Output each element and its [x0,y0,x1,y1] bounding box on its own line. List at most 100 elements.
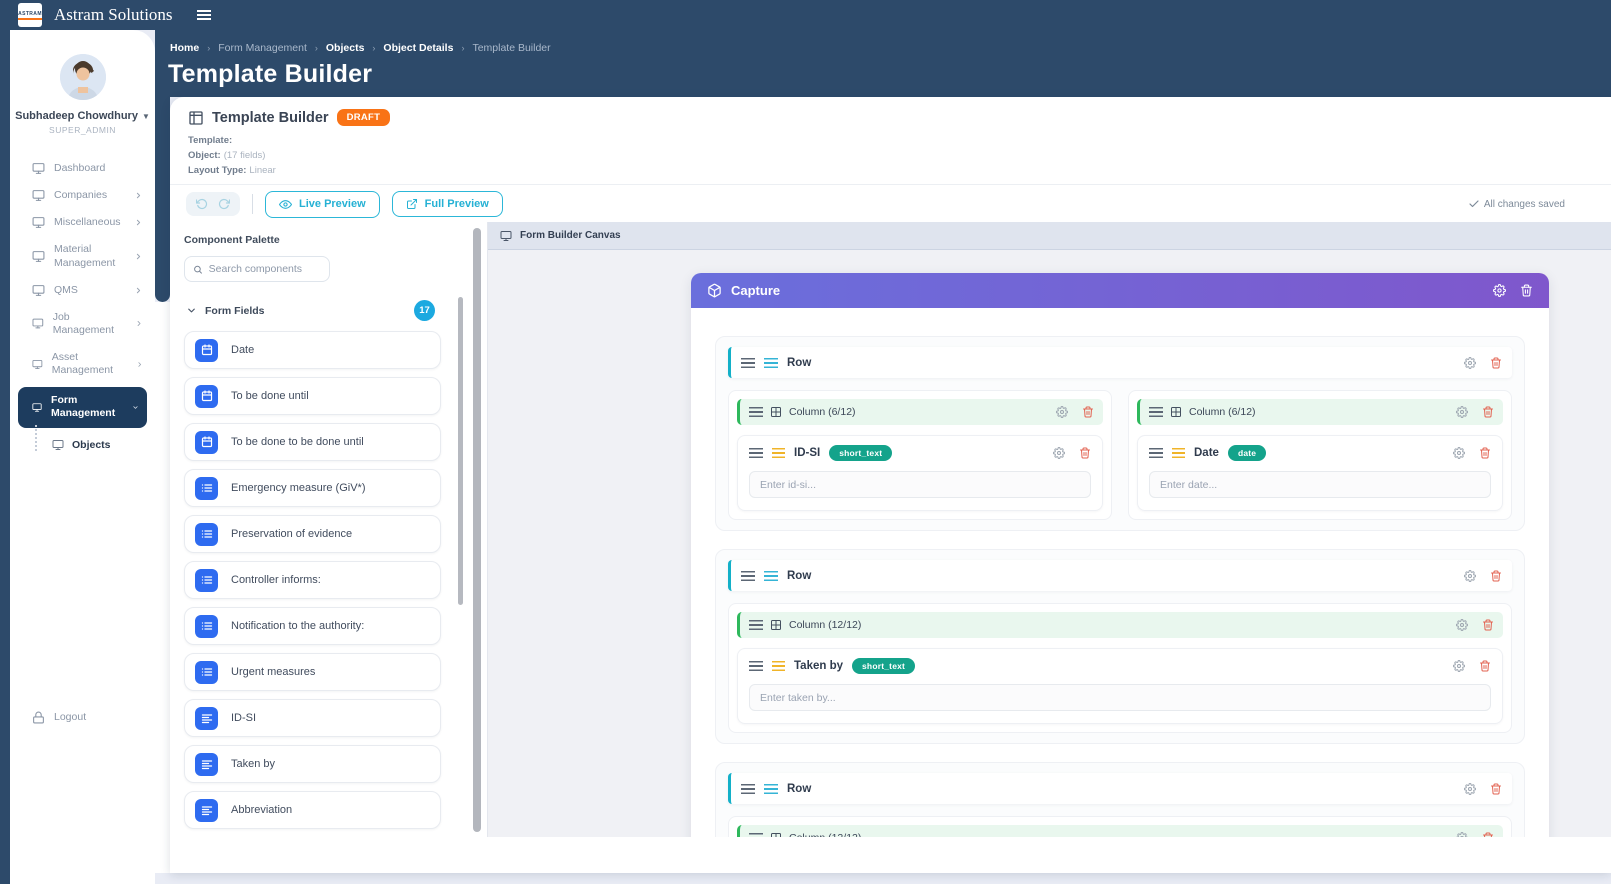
sidebar-item-qms[interactable]: QMS [10,277,155,304]
monitor-icon [500,230,512,242]
main-scrollbar[interactable] [473,228,481,832]
row-settings-icon[interactable] [1464,570,1476,582]
field-delete-icon[interactable] [1479,660,1491,672]
column-settings-icon[interactable] [1456,619,1468,631]
drag-handle-icon[interactable] [741,358,755,368]
row-lines-icon [764,784,778,794]
breadcrumb-home[interactable]: Home [170,42,199,54]
monitor-icon [32,401,42,414]
page-title: Template Builder [168,60,372,89]
field-input-id-si[interactable] [749,471,1091,498]
sidebar-item-asset-management[interactable]: Asset Management [10,344,155,384]
section-settings-icon[interactable] [1493,284,1506,297]
capture-section: Capture Row [691,273,1549,837]
save-status: All changes saved [1468,198,1565,210]
palette-item-taken-by[interactable]: Taken by [184,745,441,783]
capture-section-header: Capture [691,273,1549,308]
field-settings-icon[interactable] [1453,447,1465,459]
palette-scrollbar[interactable] [458,297,463,605]
field-name: Date [1194,447,1219,459]
form-builder-canvas: Form Builder Canvas Capture [487,222,1611,837]
section-delete-icon[interactable] [1520,284,1533,297]
undo-icon[interactable] [196,198,208,210]
logout-button[interactable]: Logout [10,703,155,732]
row-settings-icon[interactable] [1464,357,1476,369]
field-input-taken-by[interactable] [749,684,1491,711]
palette-item-emergency-measure[interactable]: Emergency measure (GiV*) [184,469,441,507]
cube-icon [707,283,722,298]
drag-handle-icon[interactable] [1149,448,1163,458]
palette-item-to-be-done-until[interactable]: To be done until [184,377,441,415]
sidebar-item-job-management[interactable]: Job Management [10,304,155,344]
user-menu[interactable]: Subhadeep Chowdhury ▼ [10,110,155,122]
field-input-date[interactable] [1149,471,1491,498]
palette-item-to-be-done-to-be-done-until[interactable]: To be done to be done until [184,423,441,461]
sidebar-item-label: Companies [54,189,107,202]
builder-column: Column (6/12) [1128,390,1512,520]
sidebar-item-material-management[interactable]: Material Management [10,236,155,276]
drag-handle-icon[interactable] [749,448,763,458]
palette-item-urgent-measures[interactable]: Urgent measures [184,653,441,691]
drag-handle-icon[interactable] [741,784,755,794]
live-preview-label: Live Preview [299,198,366,210]
row-delete-icon[interactable] [1490,357,1502,369]
column-delete-icon[interactable] [1482,406,1494,418]
palette-item-date[interactable]: Date [184,331,441,369]
sidebar-item-label: Miscellaneous [54,216,121,229]
sidebar-item-form-management[interactable]: Form Management [18,387,147,427]
sidebar-item-dashboard[interactable]: Dashboard [10,155,155,182]
drag-handle-icon[interactable] [749,833,763,837]
lock-icon [32,711,45,724]
palette-item-id-si[interactable]: ID-SI [184,699,441,737]
breadcrumb-objects[interactable]: Objects [326,42,365,54]
hamburger-menu-icon[interactable] [197,10,211,20]
form-fields-group-toggle[interactable]: Form Fields 17 [184,297,441,324]
save-status-label: All changes saved [1484,199,1565,210]
column-settings-icon[interactable] [1056,406,1068,418]
drag-handle-icon[interactable] [749,407,763,417]
palette-item-notification-to-authority[interactable]: Notification to the authority: [184,607,441,645]
list-icon [195,661,218,684]
chevron-down-icon [132,403,139,412]
column-settings-icon[interactable] [1456,406,1468,418]
row-delete-icon[interactable] [1490,570,1502,582]
palette-item-abbreviation[interactable]: Abbreviation [184,791,441,829]
full-preview-button[interactable]: Full Preview [392,191,503,217]
redo-icon[interactable] [218,198,230,210]
drag-handle-icon[interactable] [1149,407,1163,417]
field-delete-icon[interactable] [1079,447,1091,459]
palette-item-controller-informs[interactable]: Controller informs: [184,561,441,599]
grid-icon [770,832,782,837]
breadcrumb-object-details[interactable]: Object Details [383,42,453,54]
drag-handle-icon[interactable] [741,571,755,581]
column-delete-icon[interactable] [1482,832,1494,837]
grid-icon [770,619,782,631]
canvas-header-label: Form Builder Canvas [520,230,621,241]
sidebar-nav: Dashboard Companies Miscellaneous Materi… [10,155,155,459]
column-settings-icon[interactable] [1456,832,1468,837]
brand-name: Astram Solutions [54,5,173,25]
live-preview-button[interactable]: Live Preview [265,191,380,218]
row-settings-icon[interactable] [1464,783,1476,795]
sidebar-item-miscellaneous[interactable]: Miscellaneous [10,209,155,236]
drag-handle-icon[interactable] [749,620,763,630]
column-delete-icon[interactable] [1082,406,1094,418]
check-icon [1468,198,1480,210]
drag-handle-icon[interactable] [749,661,763,671]
row-delete-icon[interactable] [1490,783,1502,795]
sidebar-item-companies[interactable]: Companies [10,182,155,209]
user-name: Subhadeep Chowdhury [15,110,138,122]
column-delete-icon[interactable] [1482,619,1494,631]
breadcrumb-form-management[interactable]: Form Management [218,42,307,54]
align-left-icon [195,707,218,730]
monitor-icon [52,439,64,451]
align-left-icon [772,448,785,458]
field-settings-icon[interactable] [1053,447,1065,459]
builder-toolbar: Live Preview Full Preview All changes sa… [170,184,1611,223]
field-delete-icon[interactable] [1479,447,1491,459]
field-settings-icon[interactable] [1453,660,1465,672]
align-left-icon [195,753,218,776]
sidebar-item-objects[interactable]: Objects [10,431,155,459]
palette-item-preservation-of-evidence[interactable]: Preservation of evidence [184,515,441,553]
search-input[interactable] [209,263,321,275]
